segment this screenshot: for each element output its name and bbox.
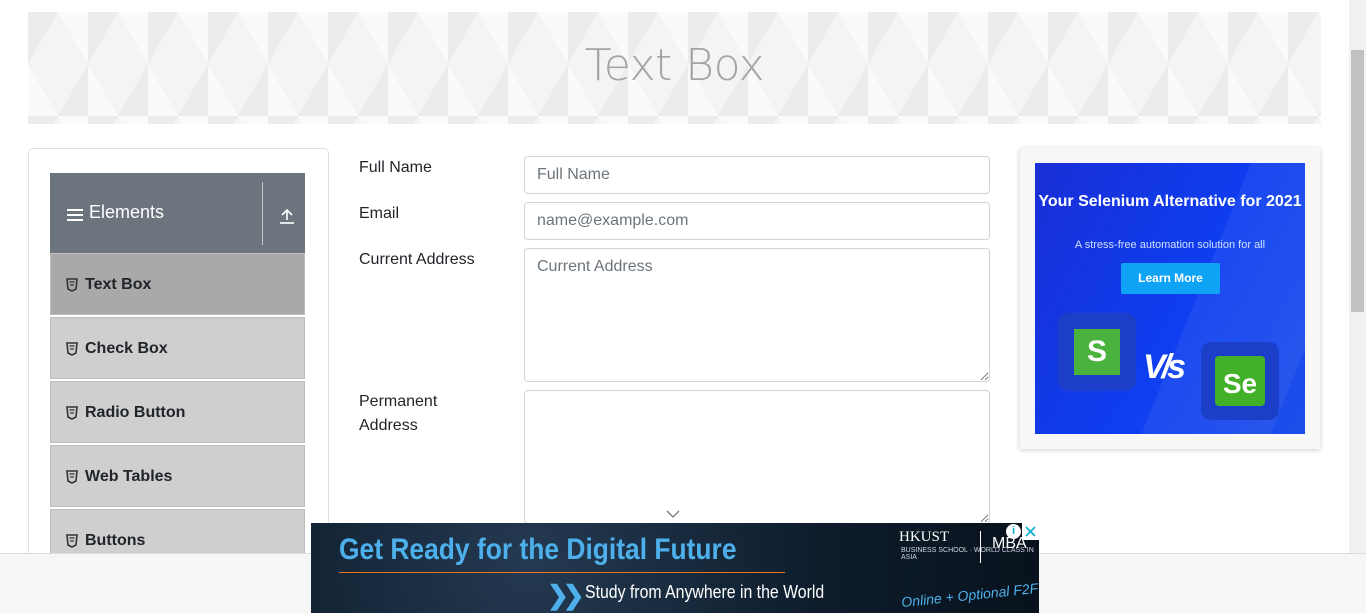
- sidebar-item-label: Web Tables: [85, 468, 173, 485]
- html5-icon: [66, 534, 78, 548]
- html5-icon: [66, 406, 78, 420]
- ad-logo-left-mark: S: [1074, 329, 1120, 375]
- html5-icon: [66, 342, 78, 356]
- current-address-textarea[interactable]: [524, 248, 990, 382]
- page-scrollbar[interactable]: [1349, 0, 1366, 553]
- collapse-up-icon[interactable]: [278, 207, 296, 225]
- full-name-label: Full Name: [359, 159, 432, 176]
- sidebar-group-elements[interactable]: Elements: [50, 173, 305, 253]
- ad-brand-divider: [980, 531, 981, 563]
- page-banner: Text Box: [28, 12, 1321, 124]
- ad-info-icon[interactable]: i: [1006, 524, 1021, 539]
- chevron-down-icon: [666, 510, 680, 518]
- sidebar-item-radio-button[interactable]: Radio Button: [50, 381, 305, 443]
- group-header-divider: [262, 182, 263, 245]
- full-name-input[interactable]: [524, 156, 990, 194]
- sidebar-group-title: Elements: [89, 202, 165, 222]
- close-icon[interactable]: [1022, 523, 1039, 540]
- ad-headline: Get Ready for the Digital Future: [339, 533, 737, 566]
- ad-bottom-banner[interactable]: Get Ready for the Digital Future ❯❯ Stud…: [311, 523, 1039, 613]
- email-label: Email: [359, 205, 400, 222]
- ad-tagline: Online + Optional F2F: [900, 579, 1039, 611]
- html5-icon: [66, 278, 78, 292]
- page-title: Text Box: [584, 40, 765, 91]
- html5-icon: [66, 470, 78, 484]
- sidebar-item-check-box[interactable]: Check Box: [50, 317, 305, 379]
- ad-creative: Your Selenium Alternative for 2021 A str…: [1035, 163, 1305, 434]
- ad-learn-more-button[interactable]: Learn More: [1121, 263, 1220, 294]
- double-chevron-right-icon: ❯❯: [547, 580, 584, 610]
- ad-brand: HKUST: [899, 529, 950, 545]
- permanent-address-textarea[interactable]: [524, 390, 990, 524]
- ad-logo-left: S: [1058, 313, 1136, 391]
- sidebar-item-label: Radio Button: [85, 404, 186, 421]
- ad-logo-right-mark: Se: [1215, 356, 1265, 406]
- ad-versus: V/s: [1143, 348, 1186, 386]
- sidebar-item-web-tables[interactable]: Web Tables: [50, 445, 305, 507]
- ad-selenium-alternative[interactable]: Your Selenium Alternative for 2021 A str…: [1020, 148, 1320, 449]
- email-input[interactable]: [524, 202, 990, 240]
- sidebar-item-text-box[interactable]: Text Box: [50, 253, 305, 315]
- ad-logo-right: Se: [1201, 342, 1279, 420]
- ad-subtitle: A stress-free automation solution for al…: [1074, 239, 1266, 251]
- permanent-address-label: Permanent Address: [359, 393, 438, 434]
- ad-headline-underline: [339, 572, 785, 573]
- current-address-label: Current Address: [359, 251, 475, 268]
- sidebar-item-label: Check Box: [85, 340, 168, 357]
- hamburger-icon: [67, 209, 83, 221]
- sidebar-item-label: Text Box: [85, 276, 152, 293]
- scrollbar-thumb[interactable]: [1351, 50, 1364, 312]
- ad-subline: Study from Anywhere in the World: [585, 582, 825, 602]
- sidebar-item-label: Buttons: [85, 532, 146, 549]
- ad-title: Your Selenium Alternative for 2021: [1038, 193, 1302, 210]
